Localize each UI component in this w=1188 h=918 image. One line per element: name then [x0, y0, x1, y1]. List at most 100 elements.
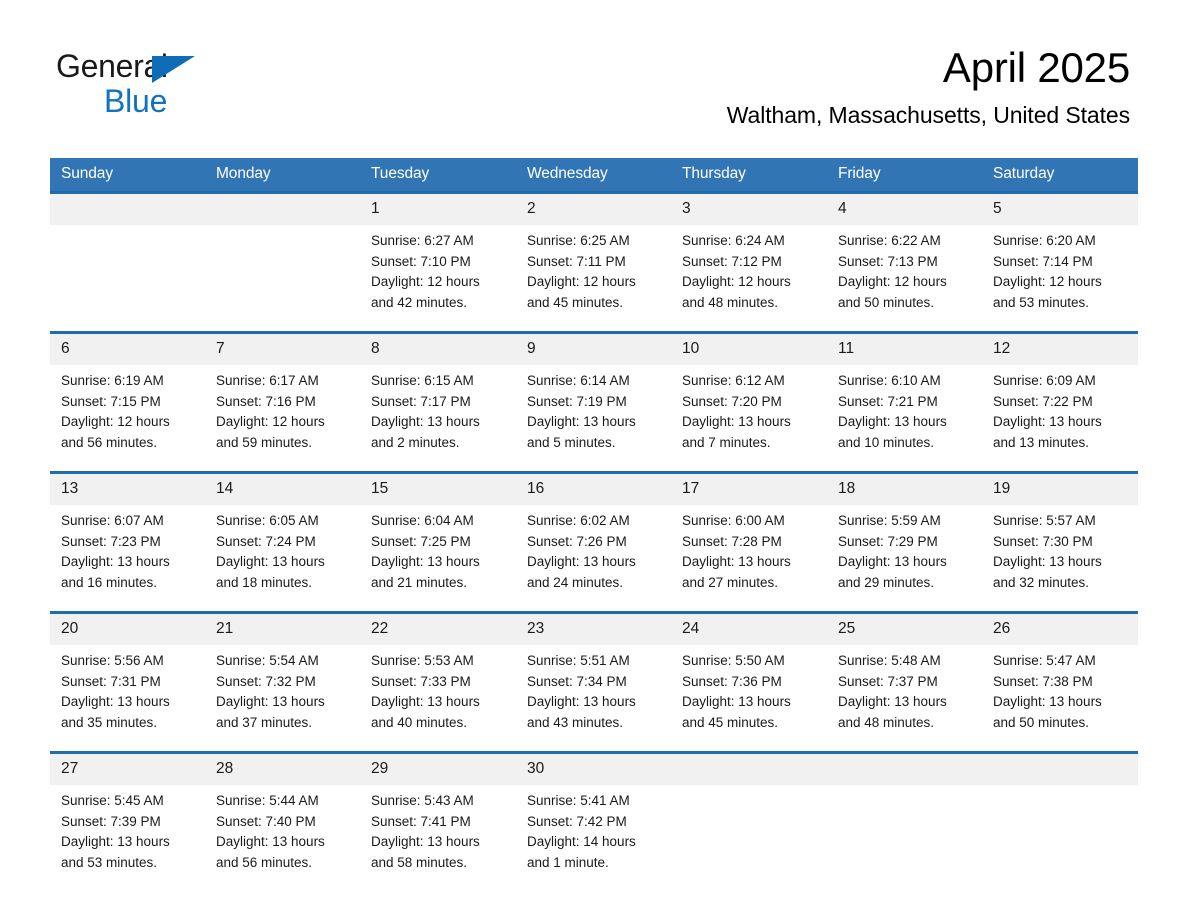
- day-number[interactable]: 10: [671, 334, 827, 365]
- day-detail: Sunrise: 5:51 AM Sunset: 7:34 PM Daylight:…: [516, 645, 671, 751]
- day-sunrise-text: Sunrise: 6:00 AM: [682, 513, 785, 528]
- day-daylight2-text: and 42 minutes.: [371, 294, 468, 310]
- day-sunset-text: Sunset: 7:24 PM: [216, 533, 316, 549]
- day-detail: Sunrise: 5:56 AM Sunset: 7:31 PM Daylight:…: [50, 645, 205, 751]
- day-daylight1-text: Daylight: 12 hours: [61, 414, 170, 430]
- day-sunset-text: Sunset: 7:34 PM: [527, 673, 627, 689]
- day-number[interactable]: 26: [982, 614, 1138, 645]
- day-number[interactable]: 5: [982, 194, 1138, 225]
- day-number[interactable]: 11: [827, 334, 982, 365]
- day-detail: Sunrise: 6:19 AM Sunset: 7:15 PM Daylight:…: [50, 365, 205, 471]
- day-number[interactable]: 2: [516, 194, 671, 225]
- day-number[interactable]: 28: [205, 754, 360, 785]
- day-sunrise-text: Sunrise: 6:25 AM: [527, 233, 630, 248]
- day-number[interactable]: 3: [671, 194, 827, 225]
- day-daylight2-text: and 50 minutes.: [993, 714, 1090, 730]
- day-sunset-text: Sunset: 7:26 PM: [527, 533, 627, 549]
- week-dayinfo-row: Sunrise: 6:07 AM Sunset: 7:23 PM Daylight:…: [50, 505, 1138, 611]
- day-number[interactable]: 23: [516, 614, 671, 645]
- day-number[interactable]: 15: [360, 474, 516, 505]
- day-detail: Sunrise: 6:14 AM Sunset: 7:19 PM Daylight:…: [516, 365, 671, 471]
- day-sunrise-text: Sunrise: 6:14 AM: [527, 373, 630, 388]
- day-number[interactable]: 29: [360, 754, 516, 785]
- day-number[interactable]: 27: [50, 754, 205, 785]
- day-daylight2-text: and 45 minutes.: [682, 714, 779, 730]
- day-detail: Sunrise: 6:24 AM Sunset: 7:12 PM Daylight:…: [671, 225, 827, 331]
- day-detail: Sunrise: 5:48 AM Sunset: 7:37 PM Daylight:…: [827, 645, 982, 751]
- day-sunrise-text: Sunrise: 6:10 AM: [838, 373, 941, 388]
- day-sunrise-text: Sunrise: 5:50 AM: [682, 653, 785, 668]
- weekday-header-wednesday: Wednesday: [516, 158, 671, 191]
- day-daylight1-text: Daylight: 12 hours: [682, 274, 791, 290]
- day-daylight1-text: Daylight: 12 hours: [371, 274, 480, 290]
- day-daylight2-text: and 29 minutes.: [838, 574, 935, 590]
- day-number[interactable]: 16: [516, 474, 671, 505]
- day-number[interactable]: 20: [50, 614, 205, 645]
- day-daylight2-text: and 7 minutes.: [682, 434, 771, 450]
- day-daylight2-text: and 53 minutes.: [993, 294, 1090, 310]
- logo-top-row: General: [56, 50, 256, 84]
- day-daylight1-text: Daylight: 13 hours: [371, 414, 480, 430]
- day-detail-empty: [671, 785, 827, 891]
- day-number[interactable]: 19: [982, 474, 1138, 505]
- day-number[interactable]: 6: [50, 334, 205, 365]
- day-sunset-text: Sunset: 7:11 PM: [527, 253, 626, 269]
- day-daylight1-text: Daylight: 13 hours: [216, 554, 325, 570]
- day-number[interactable]: 14: [205, 474, 360, 505]
- day-sunset-text: Sunset: 7:10 PM: [371, 253, 471, 269]
- day-sunset-text: Sunset: 7:22 PM: [993, 393, 1093, 409]
- day-sunset-text: Sunset: 7:19 PM: [527, 393, 627, 409]
- day-daylight1-text: Daylight: 12 hours: [527, 274, 636, 290]
- day-number[interactable]: 4: [827, 194, 982, 225]
- day-daylight1-text: Daylight: 14 hours: [527, 834, 636, 850]
- day-sunset-text: Sunset: 7:41 PM: [371, 813, 471, 829]
- day-daylight2-text: and 37 minutes.: [216, 714, 313, 730]
- day-daylight1-text: Daylight: 13 hours: [682, 554, 791, 570]
- day-sunrise-text: Sunrise: 5:43 AM: [371, 793, 474, 808]
- page-header: General Blue April 2025 Waltham, Massach…: [0, 0, 1188, 128]
- day-number[interactable]: 13: [50, 474, 205, 505]
- day-daylight2-text: and 58 minutes.: [371, 854, 468, 870]
- day-sunrise-text: Sunrise: 5:56 AM: [61, 653, 164, 668]
- day-number[interactable]: 25: [827, 614, 982, 645]
- day-number[interactable]: 18: [827, 474, 982, 505]
- day-daylight1-text: Daylight: 12 hours: [216, 414, 325, 430]
- day-daylight2-text: and 13 minutes.: [993, 434, 1090, 450]
- day-sunset-text: Sunset: 7:14 PM: [993, 253, 1093, 269]
- day-sunrise-text: Sunrise: 5:44 AM: [216, 793, 319, 808]
- day-sunset-text: Sunset: 7:16 PM: [216, 393, 316, 409]
- day-number[interactable]: 7: [205, 334, 360, 365]
- day-number[interactable]: 1: [360, 194, 516, 225]
- day-number[interactable]: 12: [982, 334, 1138, 365]
- day-daylight2-text: and 2 minutes.: [371, 434, 460, 450]
- day-sunrise-text: Sunrise: 6:20 AM: [993, 233, 1096, 248]
- day-sunset-text: Sunset: 7:17 PM: [371, 393, 471, 409]
- day-daylight1-text: Daylight: 13 hours: [371, 834, 480, 850]
- day-sunrise-text: Sunrise: 6:07 AM: [61, 513, 164, 528]
- day-sunrise-text: Sunrise: 6:09 AM: [993, 373, 1096, 388]
- day-daylight2-text: and 59 minutes.: [216, 434, 313, 450]
- week-dayinfo-row: Sunrise: 5:56 AM Sunset: 7:31 PM Daylight:…: [50, 645, 1138, 751]
- day-number[interactable]: 30: [516, 754, 671, 785]
- day-number[interactable]: 8: [360, 334, 516, 365]
- day-sunset-text: Sunset: 7:32 PM: [216, 673, 316, 689]
- day-number[interactable]: 21: [205, 614, 360, 645]
- day-sunset-text: Sunset: 7:33 PM: [371, 673, 471, 689]
- day-number[interactable]: 17: [671, 474, 827, 505]
- week-daynumber-row: 20 21 22 23 24 25 26: [50, 614, 1138, 645]
- day-daylight2-text: and 35 minutes.: [61, 714, 158, 730]
- day-number[interactable]: 22: [360, 614, 516, 645]
- day-detail: Sunrise: 6:27 AM Sunset: 7:10 PM Daylight:…: [360, 225, 516, 331]
- day-detail: Sunrise: 5:43 AM Sunset: 7:41 PM Daylight:…: [360, 785, 516, 891]
- day-number[interactable]: 9: [516, 334, 671, 365]
- day-daylight2-text: and 43 minutes.: [527, 714, 624, 730]
- day-daylight2-text: and 45 minutes.: [527, 294, 624, 310]
- calendar-header-row: Sunday Monday Tuesday Wednesday Thursday Frid…: [50, 158, 1138, 191]
- day-daylight1-text: Daylight: 13 hours: [682, 414, 791, 430]
- day-detail: Sunrise: 6:04 AM Sunset: 7:25 PM Daylight:…: [360, 505, 516, 611]
- day-sunset-text: Sunset: 7:28 PM: [682, 533, 782, 549]
- day-daylight2-text: and 16 minutes.: [61, 574, 158, 590]
- day-number[interactable]: 24: [671, 614, 827, 645]
- day-sunset-text: Sunset: 7:23 PM: [61, 533, 161, 549]
- day-sunset-text: Sunset: 7:13 PM: [838, 253, 938, 269]
